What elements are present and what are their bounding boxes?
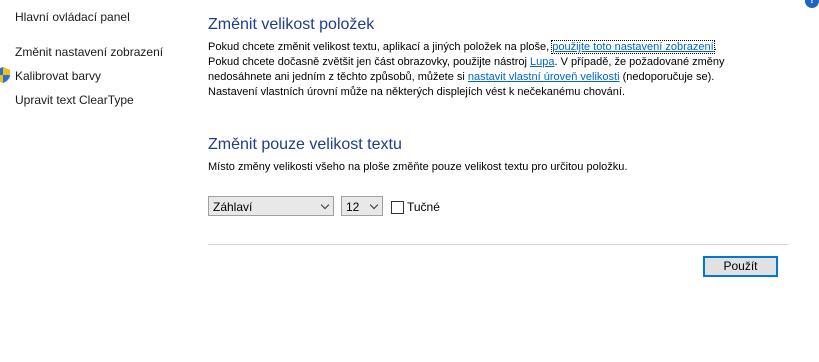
magnifier-link[interactable]: Lupa: [530, 56, 554, 68]
section2-description: Místo změny velikosti všeho na ploše změ…: [208, 161, 628, 173]
bold-checkbox[interactable]: [391, 201, 404, 214]
font-size-select[interactable]: 12: [341, 196, 383, 216]
display-settings-link[interactable]: použijte toto nastavení zobrazení: [551, 40, 715, 54]
line2-suffix: . V případě, že požadované změny: [554, 56, 725, 68]
chevron-down-icon: [320, 200, 330, 210]
help-icon[interactable]: ?: [805, 0, 819, 8]
line3-text: nedosáhnete ani jedním z těchto způsobů,…: [208, 71, 468, 83]
sidebar-item-display-settings[interactable]: Změnit nastavení zobrazení: [15, 45, 163, 59]
font-size-value: 12: [346, 200, 360, 214]
section1-line1: Pokud chcete změnit velikost textu, apli…: [208, 40, 717, 55]
bold-label: Tučné: [407, 200, 440, 214]
line2-text: Pokud chcete dočasně zvětšit jen část ob…: [208, 56, 531, 68]
section-title-text-only: Změnit pouze velikost textu: [208, 136, 402, 153]
section1-line3: nedosáhnete ani jedním z těchto způsobů,…: [208, 70, 714, 85]
item-type-value: Záhlaví: [213, 200, 253, 214]
section-title-change-size: Změnit velikost položek: [208, 16, 375, 33]
divider: [208, 244, 789, 245]
chevron-down-icon: [369, 200, 379, 210]
custom-scaling-link[interactable]: nastavit vlastní úroveň velikosti: [468, 71, 620, 83]
sidebar-item-cleartype[interactable]: Upravit text ClearType: [15, 93, 134, 107]
line1-text: Pokud chcete změnit velikost textu, apli…: [208, 41, 553, 53]
line1-suffix: .: [713, 41, 717, 53]
sidebar-item-calibrate-color[interactable]: Kalibrovat barvy: [15, 69, 101, 83]
section1-line2: Pokud chcete dočasně zvětšit jen část ob…: [208, 55, 725, 70]
uac-shield-icon: [0, 67, 10, 83]
section1-line4: Nastavení vlastních úrovní může na někte…: [208, 86, 625, 98]
line3-suffix: (nedoporučuje se).: [619, 71, 715, 83]
apply-button[interactable]: Použít: [703, 256, 778, 277]
item-type-select[interactable]: Záhlaví: [208, 196, 334, 216]
sidebar: Hlavní ovládací panel Změnit nastavení z…: [0, 0, 190, 362]
sidebar-home-link[interactable]: Hlavní ovládací panel: [15, 10, 130, 24]
